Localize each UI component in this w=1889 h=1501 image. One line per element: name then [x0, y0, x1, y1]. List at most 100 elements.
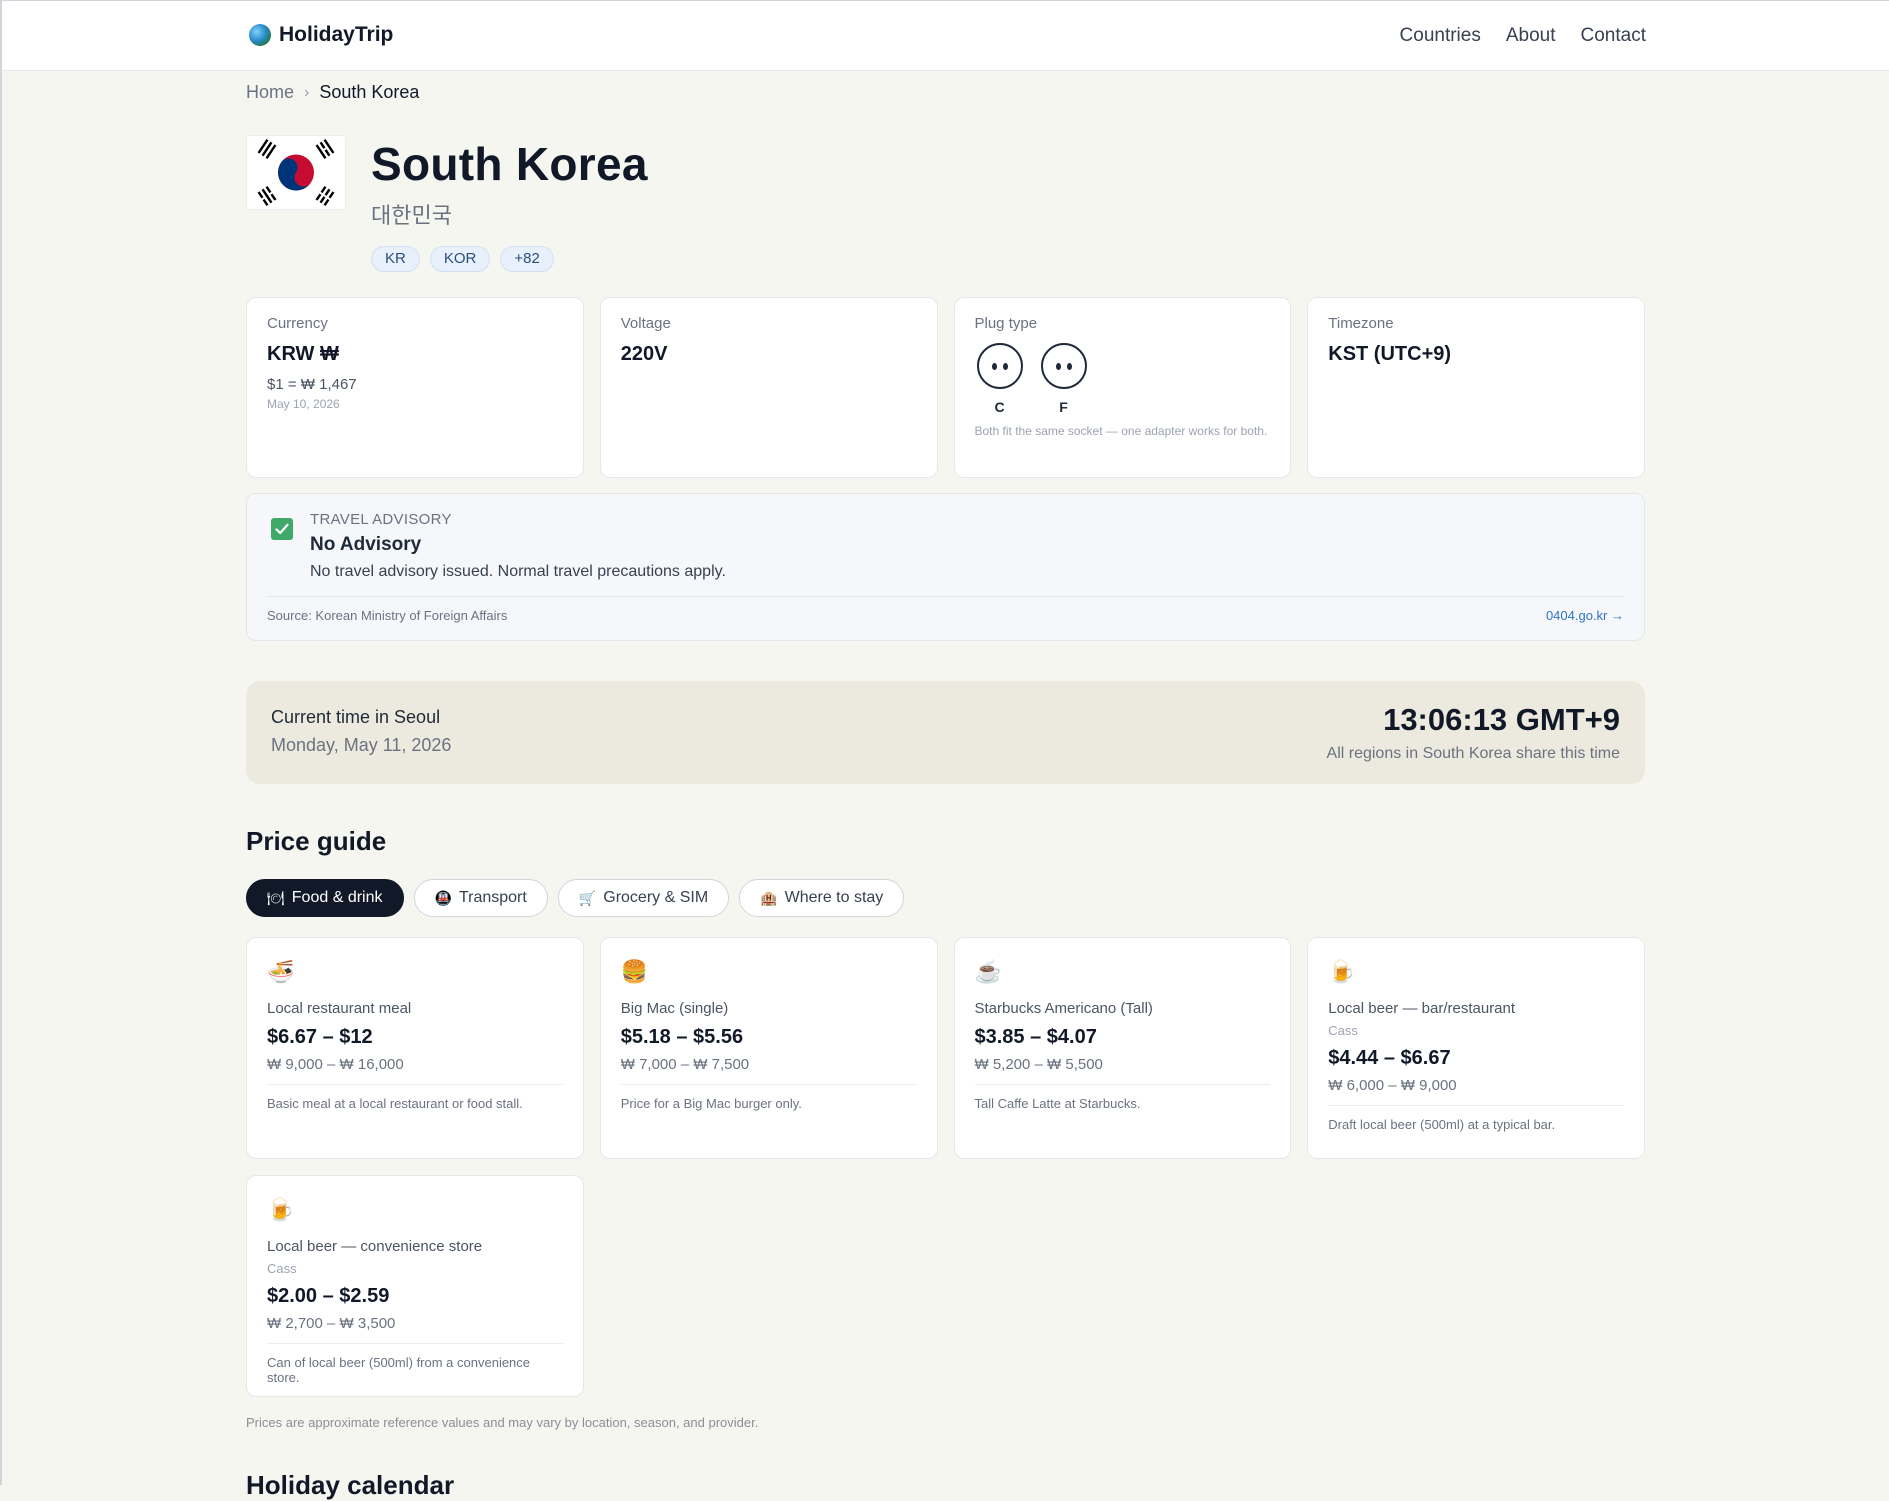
timezone-value: KST (UTC+9): [1328, 343, 1452, 365]
local-time-note: All regions in South Korea share this ti…: [1326, 745, 1620, 762]
voltage-label: Voltage: [620, 315, 671, 332]
price-card-restaurant-meal: 🍜 Local restaurant meal $6.67 – $12 ₩ 9,…: [246, 937, 584, 1159]
tab-food-drink-label: Food & drink: [291, 889, 383, 906]
price-item-name: Big Mac (single): [620, 1000, 729, 1017]
plug-f-label: F: [1059, 399, 1068, 415]
local-time-label: Current time in Seoul: [271, 707, 441, 727]
price-note: Basic meal at a local restaurant or food…: [267, 1096, 523, 1111]
price-card-big-mac: 🍔 Big Mac (single) $5.18 – $5.56 ₩ 7,000…: [599, 937, 938, 1159]
price-krw: ₩ 9,000 – ₩ 16,000: [267, 1056, 404, 1073]
currency-label: Currency: [267, 315, 328, 332]
timezone-label: Timezone: [1328, 315, 1394, 332]
price-usd: $5.18 – $5.56: [620, 1026, 744, 1048]
price-item-brand: Cass: [267, 1261, 297, 1276]
plug-c-label: C: [994, 399, 1005, 415]
local-time: 13:06:13 GMT+9: [1383, 702, 1620, 737]
globe-icon: [249, 24, 271, 46]
rate-date: May 10, 2026: [267, 397, 340, 411]
travel-advisory: TRAVEL ADVISORY No Advisory No travel ad…: [246, 493, 1645, 641]
nav-about[interactable]: About: [1506, 25, 1556, 47]
breadcrumb-separator: ›: [304, 83, 310, 101]
brand-logo[interactable]: HolidayTrip: [249, 23, 393, 47]
card-divider: [620, 1084, 917, 1085]
currency-card: Currency KRW ₩ $1 = ₩ 1,467 May 10, 2026: [246, 297, 584, 478]
price-usd: $2.00 – $2.59: [267, 1285, 390, 1307]
metro-icon: 🚇: [434, 890, 452, 906]
card-divider: [267, 1343, 563, 1344]
check-icon: [271, 518, 293, 540]
plug-types: C F: [976, 343, 1271, 415]
tab-food-drink[interactable]: 🍽 Food & drink: [246, 879, 404, 917]
card-divider: [1328, 1105, 1624, 1106]
advisory-source: Source: Korean Ministry of Foreign Affai…: [267, 608, 508, 623]
tab-transport[interactable]: 🚇 Transport: [413, 879, 548, 917]
cart-icon: 🛒: [578, 890, 597, 906]
advisory-source-link[interactable]: 0404.go.kr →: [1546, 608, 1624, 623]
local-date: Monday, May 11, 2026: [271, 735, 452, 755]
currency-value: KRW ₩: [267, 343, 339, 365]
tab-grocery-sim-label: Grocery & SIM: [603, 889, 709, 906]
price-guide-tabs: 🍽 Food & drink 🚇 Transport 🛒 Grocery & S…: [246, 879, 905, 917]
page-edge: [0, 71, 2, 1485]
plug-note: Both fit the same socket — one adapter w…: [974, 424, 1268, 438]
noodle-bowl-icon: 🍜: [267, 959, 295, 984]
price-krw: ₩ 2,700 – ₩ 3,500: [267, 1315, 396, 1332]
advisory-description: No travel advisory issued. Normal travel…: [310, 563, 726, 580]
hotel-icon: 🏨: [760, 890, 778, 906]
main-nav: Countries About Contact: [1400, 25, 1646, 47]
exchange-rate: $1 = ₩ 1,467: [267, 376, 357, 393]
price-krw: ₩ 6,000 – ₩ 9,000: [1328, 1077, 1457, 1094]
voltage-card: Voltage 220V: [599, 297, 938, 478]
plug-type-f: F: [1040, 343, 1087, 415]
price-note: Price for a Big Mac burger only.: [620, 1096, 802, 1111]
price-note: Tall Caffe Latte at Starbucks.: [974, 1096, 1141, 1111]
card-divider: [267, 1084, 563, 1085]
price-item-name: Starbucks Americano (Tall): [974, 1000, 1153, 1017]
voltage-value: 220V: [620, 343, 668, 365]
card-divider: [974, 1084, 1271, 1085]
burger-icon: 🍔: [620, 959, 649, 984]
nav-contact[interactable]: Contact: [1581, 25, 1646, 47]
price-item-brand: Cass: [1328, 1023, 1358, 1038]
plug-label: Plug type: [974, 315, 1038, 332]
top-navbar: HolidayTrip Countries About Contact: [0, 0, 1889, 71]
price-card-beer-convenience: 🍺 Local beer — convenience store Cass $2…: [246, 1175, 584, 1397]
plug-c-icon: [976, 343, 1023, 389]
tag-iso3: KOR: [429, 246, 491, 272]
coffee-icon: ☕: [974, 959, 1002, 984]
price-item-name: Local beer — bar/restaurant: [1328, 1000, 1516, 1017]
quick-facts: Currency KRW ₩ $1 = ₩ 1,467 May 10, 2026…: [246, 297, 1645, 478]
price-item-name: Local restaurant meal: [267, 1000, 412, 1017]
holiday-calendar-title: Holiday calendar: [246, 1470, 455, 1500]
advisory-title: No Advisory: [310, 534, 422, 555]
plug-f-icon: [1040, 343, 1087, 389]
breadcrumb-current: South Korea: [319, 82, 420, 102]
price-usd: $3.85 – $4.07: [974, 1026, 1097, 1048]
advisory-divider: [267, 596, 1624, 597]
price-usd: $4.44 – $6.67: [1328, 1047, 1451, 1069]
brand-name: HolidayTrip: [279, 23, 394, 46]
timezone-card: Timezone KST (UTC+9): [1307, 297, 1645, 478]
price-krw: ₩ 5,200 – ₩ 5,500: [974, 1056, 1103, 1073]
native-name: 대한민국: [371, 203, 452, 228]
price-cards: 🍜 Local restaurant meal $6.67 – $12 ₩ 9,…: [246, 937, 1645, 1397]
country-tags: KR KOR +82: [371, 246, 554, 272]
tab-grocery-sim[interactable]: 🛒 Grocery & SIM: [557, 879, 730, 917]
price-card-beer-bar: 🍺 Local beer — bar/restaurant Cass $4.44…: [1307, 937, 1645, 1159]
price-usd: $6.67 – $12: [267, 1026, 373, 1048]
tag-calling-code: +82: [500, 246, 554, 272]
advisory-kicker: TRAVEL ADVISORY: [310, 511, 452, 528]
breadcrumb-home[interactable]: Home: [246, 82, 294, 103]
plate-icon: 🍽: [267, 890, 285, 906]
price-disclaimer: Prices are approximate reference values …: [246, 1415, 759, 1430]
price-guide-title: Price guide: [246, 826, 387, 856]
plug-type-c: C: [976, 343, 1023, 415]
breadcrumb: Home › South Korea: [246, 82, 419, 103]
local-time-panel: Current time in Seoul Monday, May 11, 20…: [246, 681, 1645, 784]
price-krw: ₩ 7,000 – ₩ 7,500: [620, 1056, 750, 1073]
nav-countries[interactable]: Countries: [1400, 25, 1481, 47]
tab-where-to-stay[interactable]: 🏨 Where to stay: [739, 879, 905, 917]
tab-where-to-stay-label: Where to stay: [784, 889, 884, 906]
price-note: Draft local beer (500ml) at a typical ba…: [1328, 1117, 1556, 1132]
country-flag: [246, 135, 346, 210]
